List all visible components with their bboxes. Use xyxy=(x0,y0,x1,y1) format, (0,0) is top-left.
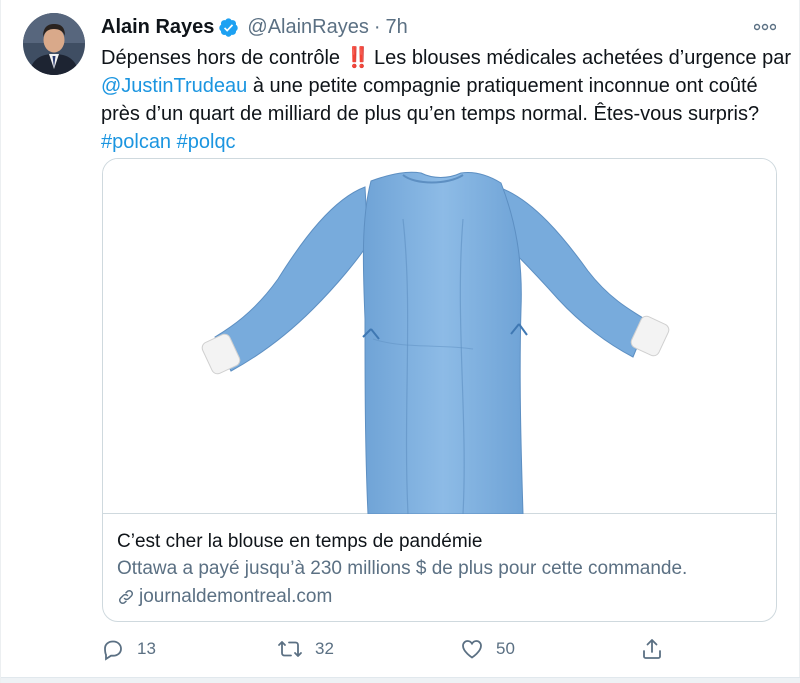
like-icon xyxy=(462,640,482,659)
timestamp[interactable]: 7h xyxy=(386,16,408,39)
avatar[interactable] xyxy=(23,13,85,75)
card-domain[interactable]: journaldemontreal.com xyxy=(117,586,332,608)
tweet-text-part: Les blouses médicales achetées d’urgence… xyxy=(368,47,791,69)
card-image[interactable] xyxy=(103,159,776,515)
like-count: 50 xyxy=(496,639,515,658)
share-button[interactable] xyxy=(640,634,676,664)
bottom-divider xyxy=(1,677,800,683)
reply-icon xyxy=(104,640,122,661)
retweet-icon xyxy=(278,641,302,657)
more-options-icon[interactable] xyxy=(752,14,778,40)
tweet[interactable]: Alain Rayes @AlainRayes · 7h Dépenses ho… xyxy=(0,0,800,683)
share-icon xyxy=(643,639,661,659)
retweet-count: 32 xyxy=(315,639,334,658)
author-name[interactable]: Alain Rayes xyxy=(101,16,214,39)
verified-badge-icon xyxy=(218,17,239,38)
action-bar: 13 32 50 xyxy=(101,634,781,664)
like-button[interactable]: 50 xyxy=(460,634,515,664)
link-icon xyxy=(118,589,134,605)
card-domain-text[interactable]: journaldemontreal.com xyxy=(139,586,332,608)
reply-count: 13 xyxy=(137,639,156,658)
tweet-text-part: Dépenses hors de contrôle xyxy=(101,47,346,69)
hashtag-link[interactable]: #polcan xyxy=(101,131,171,153)
card-title[interactable]: C’est cher la blouse en temps de pandémi… xyxy=(117,531,482,553)
separator-dot: · xyxy=(373,15,381,38)
hashtag-link[interactable]: #polqc xyxy=(177,131,236,153)
author-handle[interactable]: @AlainRayes xyxy=(247,16,368,39)
link-card[interactable]: C’est cher la blouse en temps de pandémi… xyxy=(102,158,777,622)
reply-button[interactable]: 13 xyxy=(101,634,156,664)
retweet-button[interactable]: 32 xyxy=(277,634,334,664)
mention-link[interactable]: @JustinTrudeau xyxy=(101,75,247,97)
tweet-text: Dépenses hors de contrôle ‼️ Les blouses… xyxy=(101,44,791,156)
tweet-header: Alain Rayes @AlainRayes · 7h xyxy=(101,14,408,40)
card-description: Ottawa a payé jusqu’à 230 millions $ de … xyxy=(117,558,688,579)
double-exclamation-emoji: ‼️ xyxy=(345,47,371,69)
